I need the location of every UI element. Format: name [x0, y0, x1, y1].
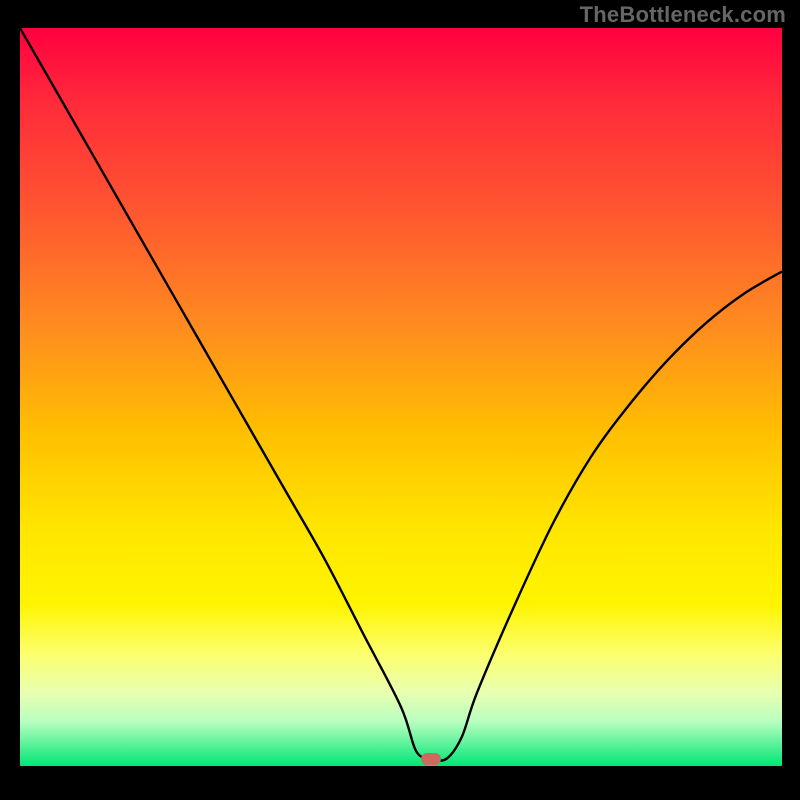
chart-frame: TheBottleneck.com	[0, 0, 800, 800]
watermark-text: TheBottleneck.com	[580, 2, 786, 28]
optimal-point-marker	[421, 753, 441, 765]
bottleneck-curve	[20, 28, 782, 766]
plot-area	[20, 28, 782, 766]
